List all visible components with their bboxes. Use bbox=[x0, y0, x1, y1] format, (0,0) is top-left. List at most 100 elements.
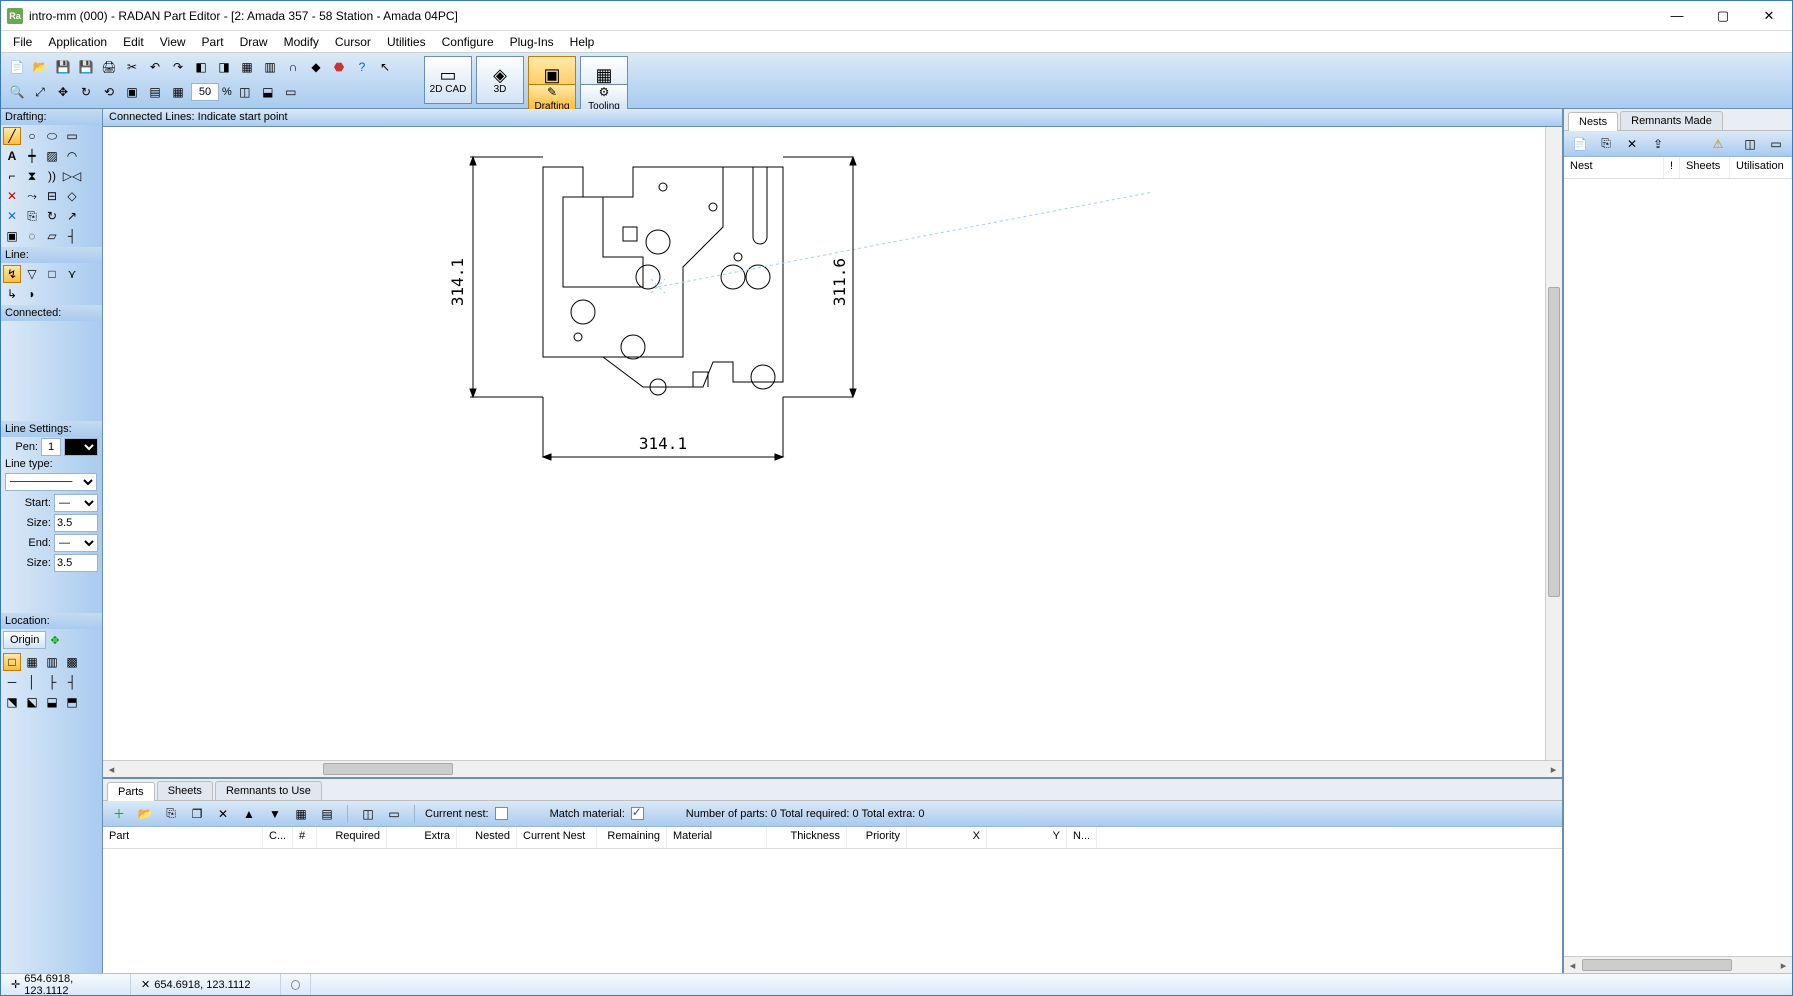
snap-c-icon[interactable]: ⬓ bbox=[43, 693, 61, 711]
parts-grid-icon[interactable]: ▦ bbox=[291, 804, 311, 824]
refresh-icon[interactable]: ↻ bbox=[76, 82, 96, 102]
nest-new-icon[interactable]: 📄 bbox=[1570, 134, 1590, 154]
nest-dup-icon[interactable]: ⎘ bbox=[1596, 134, 1616, 154]
mode-3d-button[interactable]: ◈3D bbox=[476, 56, 524, 104]
join-tool-icon[interactable]: ◇ bbox=[63, 187, 81, 205]
rect-tool-icon[interactable]: ▭ bbox=[63, 127, 81, 145]
snap-int-icon[interactable]: ▩ bbox=[63, 653, 81, 671]
nest-del-icon[interactable]: ✕ bbox=[1622, 134, 1642, 154]
menu-view[interactable]: View bbox=[152, 33, 194, 51]
saveas-icon[interactable]: 💾 bbox=[76, 57, 96, 77]
col-priority[interactable]: Priority bbox=[847, 827, 907, 848]
parts-del-icon[interactable]: ✕ bbox=[213, 804, 233, 824]
zoom-ext-icon[interactable]: ▣ bbox=[122, 82, 142, 102]
move-tool-icon[interactable]: ✕ bbox=[3, 207, 21, 225]
view-split-v-icon[interactable]: ⬓ bbox=[258, 82, 278, 102]
match-material-checkbox[interactable] bbox=[631, 807, 644, 820]
start-cap-select[interactable]: — bbox=[54, 494, 98, 512]
tab-remnants[interactable]: Remnants to Use bbox=[215, 781, 322, 800]
align-tool-icon[interactable]: ┤ bbox=[63, 227, 81, 245]
array-tool-icon[interactable]: ▣ bbox=[3, 227, 21, 245]
hatch-tool-icon[interactable]: ▨ bbox=[43, 147, 61, 165]
nest-export-icon[interactable]: ⇪ bbox=[1648, 134, 1668, 154]
nest-info-icon[interactable]: ⚠ bbox=[1708, 134, 1728, 154]
tool-c-icon[interactable]: ▦ bbox=[237, 57, 257, 77]
pen-color-select[interactable] bbox=[64, 438, 98, 456]
col-nested[interactable]: Nested bbox=[457, 827, 517, 848]
menu-utilities[interactable]: Utilities bbox=[379, 33, 434, 51]
layers-icon[interactable]: ▤ bbox=[145, 82, 165, 102]
copy-tool-icon[interactable]: ⎘ bbox=[23, 207, 41, 225]
col-sheets[interactable]: Sheets bbox=[1680, 157, 1730, 178]
grid-icon[interactable]: ▦ bbox=[168, 82, 188, 102]
ellipse-tool-icon[interactable]: ⬭ bbox=[43, 127, 61, 145]
mirror-tool-icon[interactable]: ▷◁ bbox=[63, 167, 81, 185]
col-extra[interactable]: Extra bbox=[387, 827, 457, 848]
cursor-icon[interactable]: ↖ bbox=[375, 57, 395, 77]
zoom-percent-input[interactable] bbox=[191, 83, 219, 101]
scale-tool-icon[interactable]: ↗ bbox=[63, 207, 81, 225]
redo-icon[interactable]: ↷ bbox=[168, 57, 188, 77]
polyline-tool-icon[interactable]: ▱ bbox=[43, 227, 61, 245]
snap-end-icon[interactable]: □ bbox=[3, 653, 21, 671]
zoom-dyn-icon[interactable]: ⤢ bbox=[30, 82, 50, 102]
snap-vert-icon[interactable]: │ bbox=[23, 673, 41, 691]
help-icon[interactable]: ? bbox=[352, 57, 372, 77]
pen-input[interactable] bbox=[41, 438, 61, 456]
col-utilisation[interactable]: Utilisation bbox=[1730, 157, 1792, 178]
col-material[interactable]: Material bbox=[667, 827, 767, 848]
line-connected-icon[interactable]: ↯ bbox=[3, 265, 21, 283]
current-nest-checkbox[interactable] bbox=[495, 807, 508, 820]
linetype-select[interactable]: ──────── bbox=[5, 473, 97, 491]
parts-add-icon[interactable]: ＋ bbox=[109, 804, 129, 824]
tool-b-icon[interactable]: ◨ bbox=[214, 57, 234, 77]
menu-configure[interactable]: Configure bbox=[434, 33, 502, 51]
col-part[interactable]: Part bbox=[103, 827, 263, 848]
col-thickness[interactable]: Thickness bbox=[767, 827, 847, 848]
tab-nests[interactable]: Nests bbox=[1568, 112, 1618, 131]
canvas-scrollbar-horizontal[interactable]: ◂▸ bbox=[103, 760, 1562, 777]
snap-tan-icon[interactable]: ├ bbox=[43, 673, 61, 691]
break-tool-icon[interactable]: ⊟ bbox=[43, 187, 61, 205]
snap-target-icon[interactable]: ✥ bbox=[50, 634, 59, 647]
snap-b-icon[interactable]: ⬕ bbox=[23, 693, 41, 711]
parts-open-icon[interactable]: 📂 bbox=[135, 804, 155, 824]
tool-a-icon[interactable]: ◧ bbox=[191, 57, 211, 77]
fillet-tool-icon[interactable]: ⌐ bbox=[3, 167, 21, 185]
col-x[interactable]: X bbox=[907, 827, 987, 848]
trim-tool-icon[interactable]: ✕ bbox=[3, 187, 21, 205]
extend-tool-icon[interactable]: ⤳ bbox=[23, 187, 41, 205]
zoom-window-icon[interactable]: 🔍 bbox=[7, 82, 27, 102]
magnet-icon[interactable]: ∩ bbox=[283, 57, 303, 77]
new-icon[interactable]: 📄 bbox=[7, 57, 27, 77]
point-tool-icon[interactable]: ◌ bbox=[23, 227, 41, 245]
line-perp-icon[interactable]: ↳ bbox=[3, 285, 21, 303]
nest-view1-icon[interactable]: ◫ bbox=[1740, 134, 1760, 154]
end-cap-select[interactable]: — bbox=[54, 534, 98, 552]
offset-tool-icon[interactable]: )) bbox=[43, 167, 61, 185]
parts-up-icon[interactable]: ▲ bbox=[239, 804, 259, 824]
view-split-h-icon[interactable]: ◫ bbox=[235, 82, 255, 102]
col-c[interactable]: C... bbox=[263, 827, 293, 848]
menu-help[interactable]: Help bbox=[562, 33, 603, 51]
snap-near-icon[interactable]: ┤ bbox=[63, 673, 81, 691]
menu-draw[interactable]: Draw bbox=[232, 33, 276, 51]
tab-parts[interactable]: Parts bbox=[107, 782, 155, 801]
line-tool-icon[interactable]: ╱ bbox=[3, 127, 21, 145]
open-icon[interactable]: 📂 bbox=[30, 57, 50, 77]
parts-grid-body[interactable] bbox=[103, 849, 1562, 973]
parts-view1-icon[interactable]: ◫ bbox=[358, 804, 378, 824]
drawing-canvas[interactable]: Connected Lines: Indicate start point bbox=[103, 109, 1562, 760]
menu-application[interactable]: Application bbox=[40, 33, 115, 51]
snap-d-icon[interactable]: ⬒ bbox=[63, 693, 81, 711]
arc-tool-icon[interactable]: ◠ bbox=[63, 147, 81, 165]
parts-view2-icon[interactable]: ▭ bbox=[384, 804, 404, 824]
line-2pt-icon[interactable]: ▽ bbox=[23, 265, 41, 283]
line-angle-icon[interactable]: ⋎ bbox=[63, 265, 81, 283]
save-icon[interactable]: 💾 bbox=[53, 57, 73, 77]
col-nest[interactable]: Nest bbox=[1564, 157, 1664, 178]
menu-cursor[interactable]: Cursor bbox=[327, 33, 379, 51]
mode-2dcad-button[interactable]: ▭2D CAD bbox=[424, 56, 472, 104]
zoom-prev-icon[interactable]: ⟲ bbox=[99, 82, 119, 102]
tab-remnants-made[interactable]: Remnants Made bbox=[1620, 111, 1723, 130]
